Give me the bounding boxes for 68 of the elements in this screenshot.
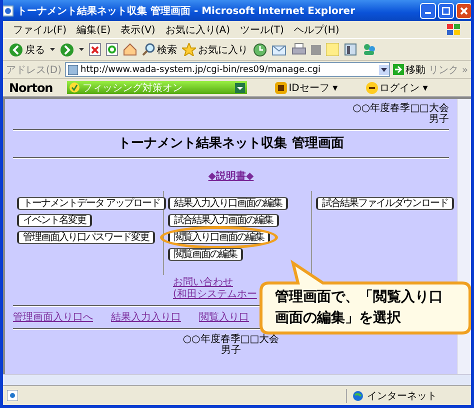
go-button[interactable]: 移動 (392, 62, 426, 76)
safe-icon (274, 82, 287, 94)
page-icon (3, 4, 14, 16)
footer-text: ○○年度春季□□大会 (182, 334, 280, 345)
windows-logo-icon (447, 24, 461, 36)
check-icon (68, 82, 80, 93)
maximize-button[interactable] (438, 2, 454, 18)
address-label: アドレス(D) (6, 64, 62, 76)
menu-button[interactable]: 閲覧画面の編集 (168, 248, 243, 261)
star-icon (182, 43, 196, 56)
contact-link[interactable]: (和田システムホー (173, 289, 257, 301)
dropdown-icon[interactable] (378, 64, 389, 74)
menu-button[interactable]: 閲覧入り口画面の編集 (168, 231, 270, 244)
menu-button[interactable]: イベント名変更 (17, 214, 92, 227)
globe-icon (353, 390, 363, 400)
menu-button[interactable]: トーナメントデータ アップロード (17, 197, 166, 210)
favorites-button[interactable]: お気に入り (182, 42, 248, 56)
division-label: 男子 (428, 114, 449, 125)
forward-icon[interactable] (60, 42, 74, 56)
search-button[interactable]: 検索 (142, 42, 177, 56)
nav-link[interactable]: 結果入力入り口 (111, 311, 181, 324)
page-status-icon (7, 390, 18, 401)
menu-button[interactable]: 試合結果入力画面の編集 (168, 214, 279, 227)
menu-button[interactable]: 管理画面入り口パスワード変更 (17, 231, 155, 244)
search-icon (142, 43, 155, 56)
go-arrow-icon (392, 64, 404, 75)
history-icon[interactable] (253, 42, 267, 56)
menu-button[interactable]: 結果入力入り口画面の編集 (168, 197, 288, 210)
caret-icon[interactable] (79, 48, 84, 52)
menu-button[interactable]: 試合結果ファイルダウンロード (316, 197, 454, 210)
callout-text: 管理画面で、「閲覧入り口画面の編集」を選択 (275, 288, 444, 328)
menu-item[interactable]: ツール(T) (240, 22, 284, 36)
nav-link[interactable]: 閲覧入り口 (199, 311, 249, 324)
event-name: ○○年度春季□□大会 (352, 103, 449, 114)
mail-icon[interactable] (272, 44, 287, 56)
caret-icon[interactable] (50, 48, 55, 52)
login-button[interactable]: ログイン ▾ (366, 80, 428, 94)
id-safe-button[interactable]: IDセーフ ▾ (274, 80, 338, 94)
messenger-icon[interactable] (362, 43, 376, 56)
refresh-icon[interactable] (106, 43, 118, 56)
close-button[interactable] (456, 2, 471, 18)
footer-text: 男子 (220, 345, 242, 356)
menu-item[interactable]: 編集(E) (76, 22, 111, 36)
page-icon (68, 64, 78, 74)
page-heading: トーナメント結果ネット収集 管理画面 (117, 135, 345, 153)
face-icon (366, 82, 378, 94)
norton-logo: Norton (9, 80, 53, 94)
print-icon[interactable] (292, 43, 306, 56)
nav-link[interactable]: 管理画面入り口へ (13, 311, 93, 324)
menu-item[interactable]: 表示(V) (120, 22, 156, 36)
menu-item[interactable]: お気に入り(A) (165, 22, 230, 36)
back-button[interactable]: 戻る (9, 42, 45, 56)
close-icon (460, 6, 468, 14)
zone-indicator: インターネット (346, 388, 467, 402)
minimize-icon (425, 12, 431, 14)
back-icon (9, 42, 23, 56)
maximize-icon (442, 6, 450, 14)
window-title: トーナメント結果ネット収集 管理画面 - Microsoft Internet Explorer (17, 4, 356, 18)
dropdown-icon[interactable] (234, 82, 245, 92)
home-icon[interactable] (123, 43, 137, 56)
stop-icon[interactable] (89, 43, 101, 56)
manual-link[interactable]: ◆説明書◆ (208, 169, 254, 183)
menu-item[interactable]: ヘルプ(H) (294, 22, 340, 36)
menu-item[interactable]: ファイル(F) (13, 22, 67, 36)
address-field[interactable]: http://www.wada-system.jp/cgi-bin/res09/manage.cgi (64, 62, 390, 77)
horizontal-scrollbar[interactable] (3, 374, 471, 385)
minimize-button[interactable] (420, 2, 436, 18)
contact-link[interactable]: お問い合わせ (173, 277, 233, 289)
